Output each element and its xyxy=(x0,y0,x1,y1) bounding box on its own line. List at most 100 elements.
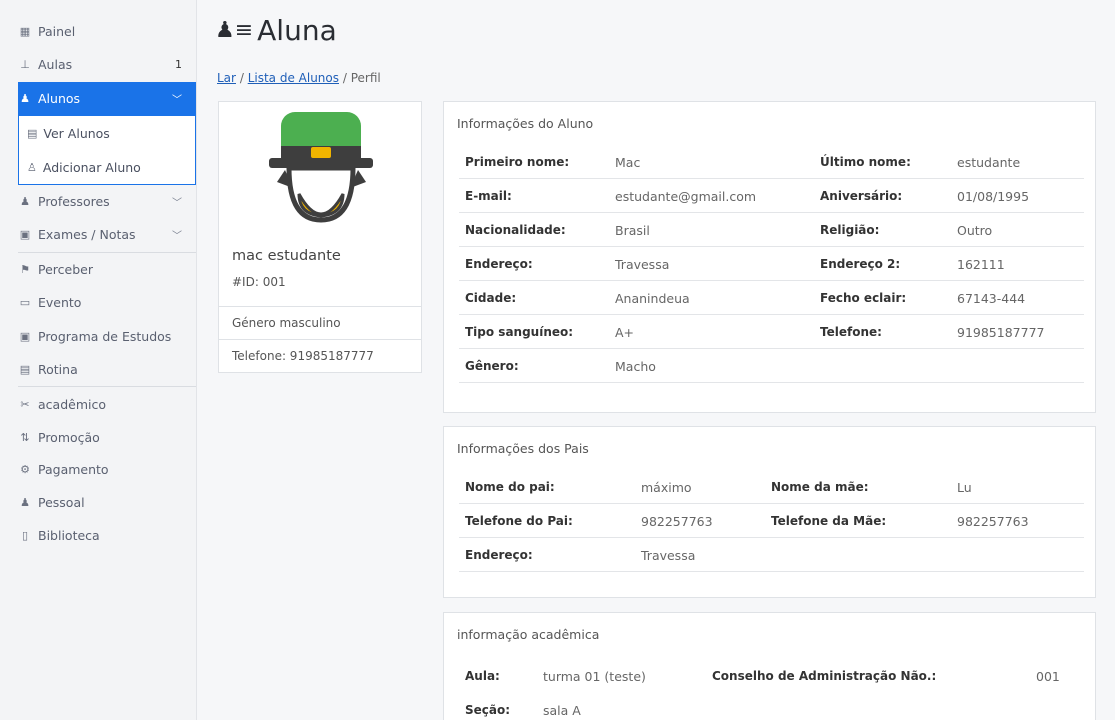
info-row: Primeiro nome: Mac Último nome: estudant… xyxy=(459,145,1084,179)
student-list-icon: ♟≡ xyxy=(215,18,254,43)
field-label: Cidade: xyxy=(465,291,517,305)
add-user-icon: ♙ xyxy=(27,161,37,174)
info-row: Endereço: Travessa xyxy=(459,538,1084,572)
info-row: Nacionalidade: Brasil Religião: Outro xyxy=(459,213,1084,247)
info-row: Gênero: Macho xyxy=(459,349,1084,383)
info-row: Cidade: Ananindeua Fecho eclair: 67143-4… xyxy=(459,281,1084,315)
sidebar-item-aulas[interactable]: ⊥ Aulas 1 xyxy=(18,48,196,81)
field-label: Tipo sanguíneo: xyxy=(465,325,574,339)
field-label: Nacionalidade: xyxy=(465,223,566,237)
payment-icon: ⚙ xyxy=(20,463,30,476)
field-value: Travessa xyxy=(615,257,670,272)
hat-buckle xyxy=(311,147,331,158)
parent-info-card: Informações dos Pais Nome do pai: máximo… xyxy=(443,426,1096,598)
teachers-icon: ♟ xyxy=(20,195,30,208)
field-label: Endereço 2: xyxy=(820,257,901,271)
sidebar-item-label: Promoção xyxy=(38,430,100,445)
sidebar-item-rotina[interactable]: ▤ Rotina xyxy=(18,353,196,386)
field-value: Mac xyxy=(615,155,641,170)
profile-gender: Género masculino xyxy=(219,306,421,339)
info-row: E-mail: estudante@gmail.com Aniversário:… xyxy=(459,179,1084,213)
profile-phone: Telefone: 91985187777 xyxy=(219,339,421,372)
classes-icon: ⊥ xyxy=(20,58,30,71)
field-value: 67143-444 xyxy=(957,291,1026,306)
sidebar-item-biblioteca[interactable]: ▯ Biblioteca xyxy=(18,519,196,552)
field-value: Macho xyxy=(615,359,656,374)
sidebar-item-pagamento[interactable]: ⚙ Pagamento xyxy=(18,453,196,486)
sidebar-item-painel[interactable]: ▦ Painel xyxy=(18,15,196,48)
sidebar-item-label: Pessoal xyxy=(38,495,85,510)
profile-name: mac estudante xyxy=(232,248,341,264)
sidebar-item-perceber[interactable]: ⚑ Perceber xyxy=(18,253,196,286)
field-label: Telefone: xyxy=(820,325,882,339)
card-title: informação acadêmica xyxy=(457,627,600,642)
field-label: Aula: xyxy=(465,669,500,683)
student-info-card: Informações do Aluno Primeiro nome: Mac … xyxy=(443,101,1096,413)
chevron-down-icon: ﹀ xyxy=(172,198,182,209)
sidebar-item-label: Exames / Notas xyxy=(38,227,136,242)
field-value: Travessa xyxy=(641,548,696,563)
calendar-icon: ▭ xyxy=(19,296,31,309)
sidebar-item-label: Programa de Estudos xyxy=(38,329,172,344)
info-row: Nome do pai: máximo Nome da mãe: Lu xyxy=(459,470,1084,504)
dashboard-icon: ▦ xyxy=(19,25,31,38)
field-label: Seção: xyxy=(465,703,511,717)
exams-icon: ▣ xyxy=(19,228,31,241)
chevron-down-icon: ﹀ xyxy=(172,231,182,242)
staff-icon: ♟ xyxy=(20,496,30,509)
sidebar-item-pessoal[interactable]: ♟ Pessoal xyxy=(18,486,196,519)
field-value: 91985187777 xyxy=(957,325,1045,340)
info-row: Seção: sala A xyxy=(459,693,1084,720)
field-label: Fecho eclair: xyxy=(820,291,907,305)
field-label: Endereço: xyxy=(465,548,533,562)
sidebar-item-promocao[interactable]: ⇅ Promoção xyxy=(18,421,196,454)
sidebar-item-evento[interactable]: ▭ Evento xyxy=(18,286,196,319)
academic-info-card: informação acadêmica Aula: turma 01 (tes… xyxy=(443,612,1096,720)
sidebar-item-programa[interactable]: ▣ Programa de Estudos xyxy=(18,320,196,353)
field-label: E-mail: xyxy=(465,189,512,203)
field-value: 01/08/1995 xyxy=(957,189,1030,204)
card-title: Informações do Aluno xyxy=(457,116,594,131)
sidebar-item-label: Evento xyxy=(38,295,82,310)
sidebar-item-label: Biblioteca xyxy=(38,528,100,543)
sidebar-item-professores[interactable]: ♟ Professores ﹀ xyxy=(18,185,196,218)
field-label: Primeiro nome: xyxy=(465,155,570,169)
field-label: Endereço: xyxy=(465,257,533,271)
submenu-item-label: Adicionar Aluno xyxy=(42,160,141,175)
submenu-item-label: Ver Alunos xyxy=(43,126,110,141)
field-label: Religião: xyxy=(820,223,880,237)
submenu-item-ver-alunos[interactable]: ▤ Ver Alunos xyxy=(19,117,195,150)
field-value: estudante xyxy=(957,155,1021,170)
field-label: Nome do pai: xyxy=(465,480,555,494)
field-label: Telefone do Pai: xyxy=(465,514,573,528)
sidebar-item-academico[interactable]: ✂ acadêmico xyxy=(18,388,196,421)
breadcrumb-current: Perfil xyxy=(350,71,381,85)
breadcrumb: Lar / Lista de Alunos / Perfil xyxy=(217,71,381,85)
field-label: Telefone da Mãe: xyxy=(771,514,887,528)
notice-icon: ⚑ xyxy=(20,263,30,276)
field-value: A+ xyxy=(615,325,635,340)
breadcrumb-separator: / xyxy=(239,71,244,85)
profile-id: #ID: 001 xyxy=(232,275,286,289)
list-icon: ▤ xyxy=(27,127,38,140)
submenu-item-adicionar-aluno[interactable]: ♙ Adicionar Aluno xyxy=(19,151,195,184)
field-value: 982257763 xyxy=(957,514,1029,529)
sidebar-item-label: Professores xyxy=(38,194,110,209)
promotion-icon: ⇅ xyxy=(20,431,30,444)
sidebar-item-label: Painel xyxy=(38,24,76,39)
sidebar-item-alunos[interactable]: ♟ Alunos ﹀ xyxy=(18,82,196,115)
sidebar-item-label: acadêmico xyxy=(38,397,106,412)
info-row: Tipo sanguíneo: A+ Telefone: 91985187777 xyxy=(459,315,1084,349)
students-submenu: ▤ Ver Alunos ♙ Adicionar Aluno xyxy=(18,115,196,185)
field-value: Ananindeua xyxy=(615,291,690,306)
sidebar-item-exames[interactable]: ▣ Exames / Notas ﹀ xyxy=(18,218,196,251)
field-value: Brasil xyxy=(615,223,650,238)
routine-icon: ▤ xyxy=(19,363,31,376)
breadcrumb-list-link[interactable]: Lista de Alunos xyxy=(248,71,339,85)
breadcrumb-home-link[interactable]: Lar xyxy=(217,71,236,85)
chevron-down-icon: ﹀ xyxy=(172,95,182,106)
card-title: Informações dos Pais xyxy=(457,441,589,456)
sidebar-item-label: Rotina xyxy=(38,362,78,377)
students-icon: ♟ xyxy=(20,92,30,105)
field-label: Nome da mãe: xyxy=(771,480,869,494)
